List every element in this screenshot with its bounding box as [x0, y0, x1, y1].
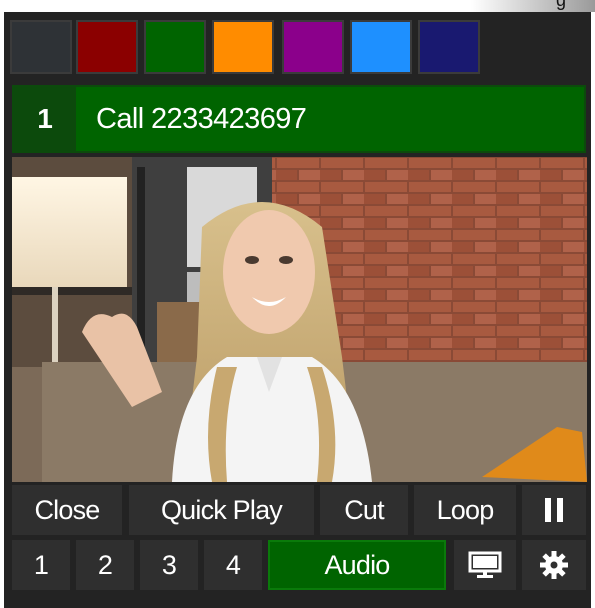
pause-button[interactable]	[522, 485, 586, 535]
settings-button[interactable]	[522, 540, 586, 590]
input-number: 1	[14, 87, 76, 151]
gear-icon	[540, 551, 568, 579]
video-frame-image	[12, 157, 587, 482]
overlay-4-button[interactable]: 4	[204, 540, 262, 590]
input-panel: 1 Call 2233423697 Close Quick Play Cut L…	[4, 12, 591, 608]
input-title: Call 2233423697	[96, 102, 307, 135]
quick-play-button[interactable]: Quick Play	[129, 485, 314, 535]
swatch-navy[interactable]	[418, 20, 480, 74]
swatch-blue[interactable]	[350, 20, 412, 74]
overlay-1-button[interactable]: 1	[12, 540, 70, 590]
overlay-2-button[interactable]: 2	[76, 540, 134, 590]
color-swatch-bar	[10, 18, 587, 76]
overlay-3-button[interactable]: 3	[140, 540, 198, 590]
swatch-purple[interactable]	[282, 20, 344, 74]
swatch-none[interactable]	[10, 20, 72, 74]
monitor-button[interactable]	[454, 540, 516, 590]
monitor-icon	[468, 551, 502, 578]
swatch-red[interactable]	[76, 20, 138, 74]
cut-button[interactable]: Cut	[320, 485, 408, 535]
pause-icon	[545, 498, 563, 522]
partial-glyph: g	[556, 0, 567, 10]
input-title-bar[interactable]: 1 Call 2233423697	[12, 85, 586, 153]
swatch-orange[interactable]	[212, 20, 274, 74]
loop-button[interactable]: Loop	[414, 485, 516, 535]
swatch-green[interactable]	[144, 20, 206, 74]
close-button[interactable]: Close	[12, 485, 122, 535]
audio-button[interactable]: Audio	[268, 540, 446, 590]
video-preview[interactable]	[12, 157, 587, 482]
